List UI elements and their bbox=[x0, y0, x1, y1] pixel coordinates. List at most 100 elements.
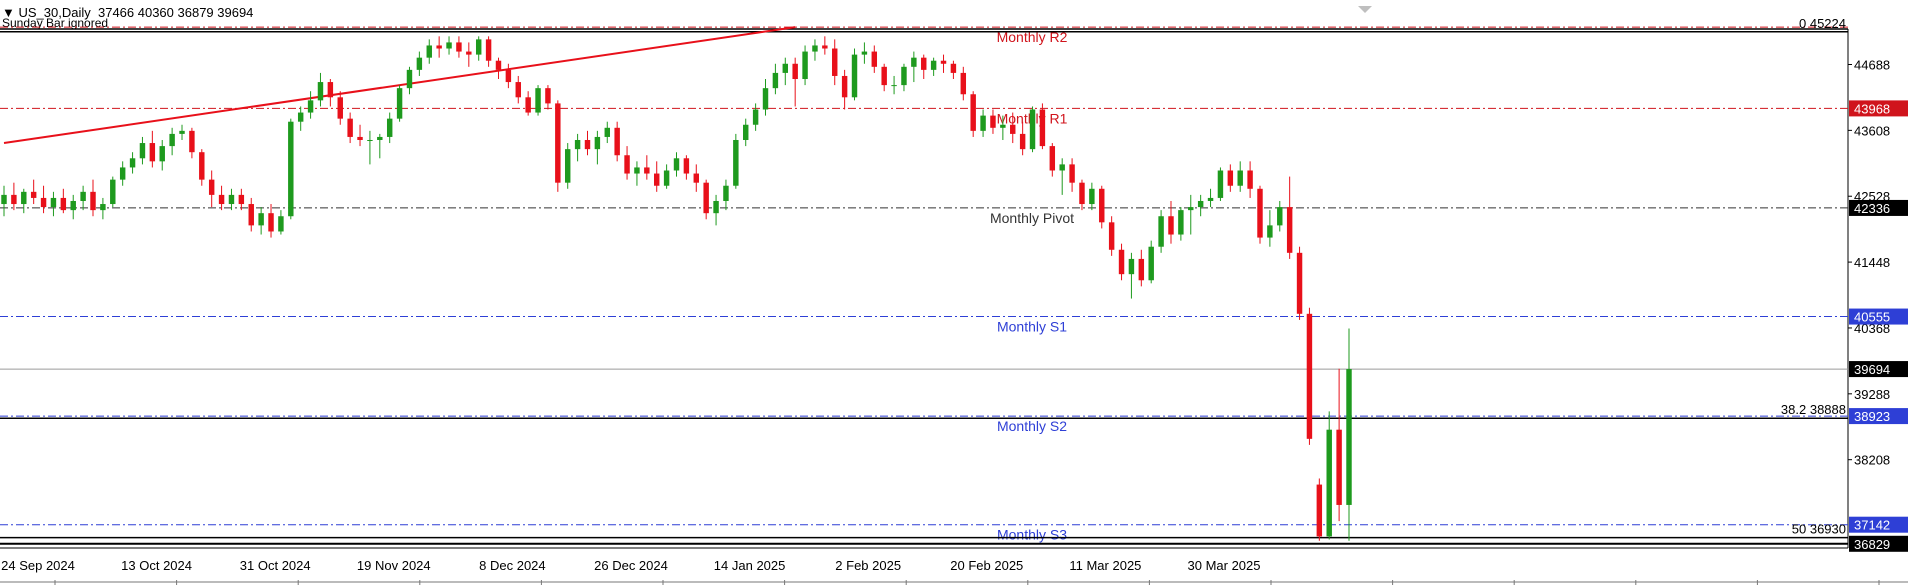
x-tick-label-9: 11 Mar 2025 bbox=[1069, 558, 1141, 573]
candle-body-50 bbox=[495, 60, 502, 70]
candle-109 bbox=[1079, 179, 1085, 211]
candle-body-119 bbox=[1178, 210, 1184, 235]
price-chart[interactable]: Monthly R2Monthly R1Monthly PivotMonthly… bbox=[0, 0, 1908, 585]
candle-body-69 bbox=[683, 158, 690, 174]
candle-2 bbox=[21, 188, 27, 214]
candle-131 bbox=[1296, 246, 1303, 320]
candle-19 bbox=[189, 127, 195, 159]
candle-body-132 bbox=[1306, 313, 1313, 439]
candle-107 bbox=[1059, 158, 1065, 195]
candle-24 bbox=[238, 188, 245, 211]
candle-body-42 bbox=[416, 57, 423, 70]
candle-96 bbox=[950, 60, 957, 80]
candle-body-16 bbox=[159, 146, 165, 162]
price-tag-label-5: 37142 bbox=[1854, 518, 1890, 533]
candle-body-108 bbox=[1069, 164, 1075, 183]
candle-8 bbox=[80, 185, 86, 211]
candle-body-84 bbox=[832, 48, 838, 76]
candle-16 bbox=[159, 139, 165, 171]
candle-126 bbox=[1247, 161, 1253, 198]
candle-73 bbox=[723, 179, 729, 211]
price-tag-label-3: 39694 bbox=[1854, 362, 1890, 377]
candle-117 bbox=[1158, 210, 1164, 253]
y-tick-label-5: 39288 bbox=[1854, 387, 1890, 402]
candle-42 bbox=[416, 51, 423, 76]
candle-body-58 bbox=[574, 139, 581, 150]
candle-75 bbox=[743, 118, 749, 147]
candle-32 bbox=[317, 72, 324, 107]
y-tick-label-3: 41448 bbox=[1854, 255, 1890, 270]
candle-25 bbox=[248, 197, 254, 232]
candle-26 bbox=[258, 207, 264, 235]
candle-body-54 bbox=[535, 88, 541, 113]
candle-body-31 bbox=[307, 100, 314, 113]
candle-body-123 bbox=[1217, 170, 1224, 198]
candle-body-87 bbox=[861, 51, 868, 55]
candle-3 bbox=[30, 179, 37, 205]
candle-body-25 bbox=[248, 204, 254, 226]
candle-body-121 bbox=[1197, 200, 1204, 208]
level-label-2: Monthly Pivot bbox=[990, 210, 1074, 226]
candle-body-36 bbox=[357, 136, 363, 140]
candle-body-103 bbox=[1019, 133, 1026, 150]
candle-body-59 bbox=[584, 139, 591, 150]
candle-body-100 bbox=[990, 115, 996, 128]
candle-body-17 bbox=[169, 133, 175, 147]
candle-body-12 bbox=[119, 167, 126, 180]
candle-body-2 bbox=[21, 191, 27, 205]
candle-43 bbox=[426, 39, 432, 64]
candle-59 bbox=[584, 130, 591, 156]
candle-body-64 bbox=[634, 167, 640, 174]
candle-132 bbox=[1306, 307, 1313, 445]
candle-105 bbox=[1039, 103, 1046, 150]
candle-body-112 bbox=[1108, 222, 1115, 250]
candle-body-41 bbox=[406, 69, 413, 89]
candle-118 bbox=[1168, 200, 1174, 244]
candle-body-0 bbox=[1, 194, 7, 205]
candle-91 bbox=[901, 63, 907, 92]
fib-label-1: 38.2 38888 bbox=[1781, 402, 1846, 417]
candle-body-95 bbox=[940, 60, 947, 64]
candle-body-86 bbox=[851, 54, 858, 98]
x-tick-label-7: 2 Feb 2025 bbox=[835, 558, 901, 573]
candle-body-127 bbox=[1257, 188, 1263, 238]
candle-21 bbox=[208, 170, 215, 208]
candle-28 bbox=[278, 210, 284, 235]
candle-body-73 bbox=[723, 185, 729, 201]
candle-97 bbox=[960, 66, 967, 101]
candle-37 bbox=[367, 130, 373, 165]
candle-70 bbox=[693, 164, 699, 192]
candle-56 bbox=[555, 100, 561, 192]
candle-body-21 bbox=[208, 179, 215, 195]
candle-body-14 bbox=[139, 143, 146, 159]
candle-67 bbox=[663, 164, 670, 189]
candle-93 bbox=[921, 54, 927, 80]
chart-shift-marker-icon bbox=[1358, 6, 1372, 13]
candle-body-8 bbox=[80, 191, 86, 201]
candle-0 bbox=[1, 185, 7, 217]
candle-54 bbox=[535, 85, 541, 116]
candle-body-5 bbox=[50, 197, 57, 208]
candle-88 bbox=[871, 45, 878, 73]
candle-body-79 bbox=[782, 63, 789, 73]
level-label-5: Monthly S3 bbox=[997, 527, 1067, 543]
candle-128 bbox=[1267, 210, 1273, 247]
x-tick-label-0: 24 Sep 2024 bbox=[1, 558, 75, 573]
candle-30 bbox=[297, 106, 304, 131]
candle-72 bbox=[713, 194, 719, 226]
candle-129 bbox=[1277, 200, 1283, 232]
candle-body-20 bbox=[199, 152, 205, 180]
candle-body-11 bbox=[110, 179, 116, 205]
candle-body-89 bbox=[881, 66, 887, 86]
candle-52 bbox=[515, 75, 521, 104]
level-label-4: Monthly S2 bbox=[997, 418, 1067, 434]
x-tick-label-6: 14 Jan 2025 bbox=[714, 558, 786, 573]
candle-122 bbox=[1207, 188, 1214, 208]
candle-77 bbox=[762, 79, 769, 116]
candle-body-52 bbox=[515, 82, 521, 98]
candle-body-15 bbox=[149, 143, 156, 162]
candle-68 bbox=[673, 152, 680, 177]
candle-65 bbox=[644, 155, 650, 180]
candle-body-27 bbox=[268, 213, 274, 232]
candle-body-120 bbox=[1188, 207, 1194, 211]
